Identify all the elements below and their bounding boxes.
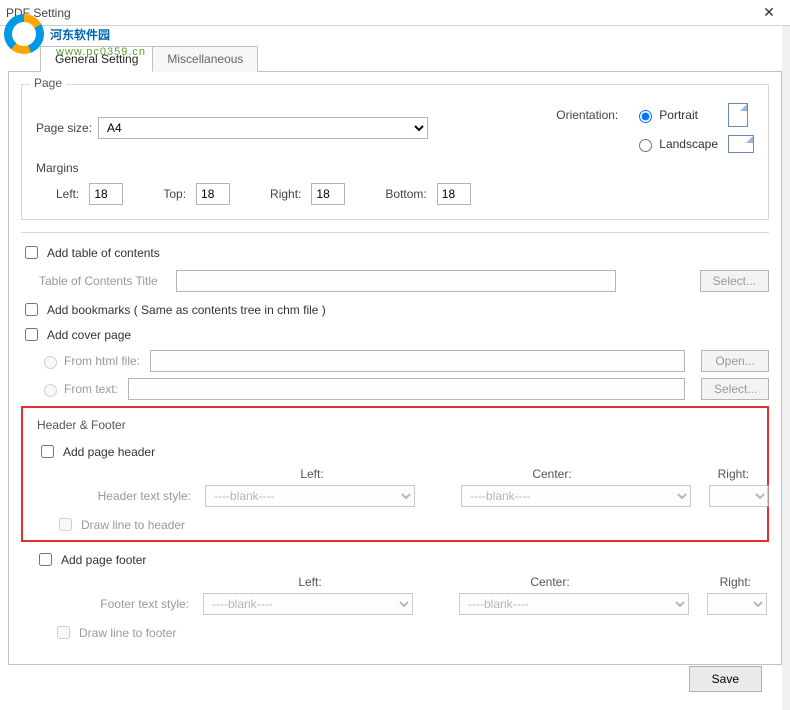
page-size-select[interactable]: A4	[98, 117, 428, 139]
add-page-footer-checkbox[interactable]: Add page footer	[35, 550, 146, 569]
add-toc-label: Add table of contents	[47, 246, 160, 260]
portrait-icon	[728, 103, 748, 127]
cover-html-radio-input[interactable]	[44, 356, 57, 369]
margin-bottom-label: Bottom:	[385, 187, 426, 201]
add-page-header-checkbox[interactable]: Add page header	[37, 442, 155, 461]
draw-line-footer-input[interactable]	[57, 626, 70, 639]
toc-select-button[interactable]: Select...	[700, 270, 769, 292]
draw-line-header-checkbox[interactable]: Draw line to header	[55, 515, 185, 534]
tab-general-setting[interactable]: General Setting	[40, 46, 153, 72]
tab-miscellaneous[interactable]: Miscellaneous	[152, 46, 258, 72]
toc-title-input[interactable]	[176, 270, 616, 292]
footer-center-select[interactable]: ----blank----	[459, 593, 689, 615]
cover-text-label: From text:	[64, 382, 118, 396]
portrait-radio-input[interactable]	[639, 110, 652, 123]
add-cover-label: Add cover page	[47, 328, 131, 342]
landscape-icon	[728, 135, 754, 153]
cover-from-html-radio[interactable]: From html file:	[39, 353, 140, 369]
cover-open-button[interactable]: Open...	[701, 350, 769, 372]
margin-left-label: Left:	[56, 187, 79, 201]
settings-panel: Page Page size: A4 Orientation: Portrait	[8, 71, 782, 665]
close-icon[interactable]: ✕	[754, 4, 784, 21]
landscape-radio-input[interactable]	[639, 139, 652, 152]
add-bookmarks-checkbox[interactable]: Add bookmarks ( Same as contents tree in…	[21, 300, 326, 319]
footer-style-label: Footer text style:	[35, 597, 189, 611]
tab-strip: General Setting Miscellaneous	[40, 46, 782, 72]
margins-label: Margins	[36, 161, 79, 175]
hf-legend: Header & Footer	[37, 418, 126, 432]
add-cover-checkbox[interactable]: Add cover page	[21, 325, 131, 344]
orientation-label: Orientation:	[556, 108, 618, 122]
landscape-label: Landscape	[659, 137, 718, 151]
save-button[interactable]: Save	[689, 666, 762, 692]
add-footer-input[interactable]	[39, 553, 52, 566]
hf-col-left-2: Left:	[195, 575, 425, 589]
add-bookmarks-input[interactable]	[25, 303, 38, 316]
footer-left-select[interactable]: ----blank----	[203, 593, 413, 615]
title-bar: PDF Setting ✕	[0, 0, 790, 26]
draw-line-header-label: Draw line to header	[81, 518, 185, 532]
portrait-label: Portrait	[659, 108, 698, 122]
draw-line-header-input[interactable]	[59, 518, 72, 531]
footer-section: Add page footer Left: Center: Right: Foo…	[21, 546, 769, 648]
orientation-portrait-radio[interactable]: Portrait	[634, 107, 718, 123]
add-header-input[interactable]	[41, 445, 54, 458]
cover-html-label: From html file:	[64, 354, 140, 368]
cover-html-input[interactable]	[150, 350, 685, 372]
divider	[21, 232, 769, 233]
header-center-select[interactable]: ----blank----	[461, 485, 691, 507]
margin-right-label: Right:	[270, 187, 301, 201]
cover-text-radio-input[interactable]	[44, 384, 57, 397]
hf-col-left: Left:	[197, 467, 427, 481]
hf-col-right-2: Right:	[675, 575, 755, 589]
margin-bottom-input[interactable]	[437, 183, 471, 205]
cover-select-button[interactable]: Select...	[701, 378, 769, 400]
page-legend: Page	[30, 76, 66, 90]
add-toc-checkbox[interactable]: Add table of contents	[21, 243, 160, 262]
margin-left-input[interactable]	[89, 183, 123, 205]
toc-title-label: Table of Contents Title	[39, 274, 158, 288]
window-title: PDF Setting	[6, 6, 754, 20]
add-bookmarks-label: Add bookmarks ( Same as contents tree in…	[47, 303, 326, 317]
hf-col-center: Center:	[427, 467, 677, 481]
add-header-label: Add page header	[63, 445, 155, 459]
add-footer-label: Add page footer	[61, 553, 146, 567]
cover-text-input[interactable]	[128, 378, 685, 400]
margin-top-input[interactable]	[196, 183, 230, 205]
header-right-select[interactable]	[709, 485, 769, 507]
margin-top-label: Top:	[163, 187, 186, 201]
margin-right-input[interactable]	[311, 183, 345, 205]
page-size-label: Page size:	[36, 121, 92, 135]
add-toc-input[interactable]	[25, 246, 38, 259]
header-footer-highlight: Header & Footer Add page header Left: Ce…	[21, 406, 769, 542]
cover-from-text-radio[interactable]: From text:	[39, 381, 118, 397]
scrollbar[interactable]	[782, 26, 790, 710]
hf-col-center-2: Center:	[425, 575, 675, 589]
page-fieldset: Page Page size: A4 Orientation: Portrait	[21, 84, 769, 220]
draw-line-footer-checkbox[interactable]: Draw line to footer	[53, 623, 176, 642]
footer-right-select[interactable]	[707, 593, 767, 615]
hf-col-right: Right:	[677, 467, 753, 481]
draw-line-footer-label: Draw line to footer	[79, 626, 176, 640]
header-style-label: Header text style:	[37, 489, 191, 503]
header-left-select[interactable]: ----blank----	[205, 485, 415, 507]
add-cover-input[interactable]	[25, 328, 38, 341]
orientation-landscape-radio[interactable]: Landscape	[634, 136, 718, 152]
